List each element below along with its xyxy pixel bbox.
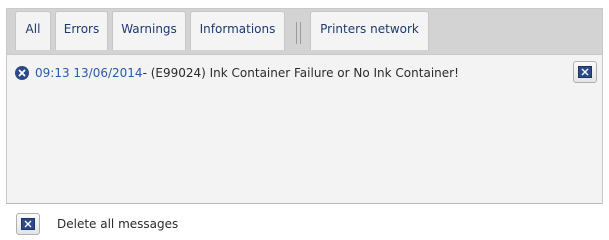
tab-errors-label: Errors (63, 22, 100, 36)
list-item[interactable]: 09:13 13/06/2014 - (E99024) Ink Containe… (15, 65, 459, 81)
delete-all-icon (21, 215, 35, 234)
tab-separator (296, 22, 301, 44)
delete-message-icon (578, 63, 592, 82)
tab-errors[interactable]: Errors (55, 11, 108, 50)
message-timestamp: 09:13 13/06/2014 (35, 66, 143, 80)
tab-warnings[interactable]: Warnings (112, 11, 186, 50)
delete-message-button[interactable] (573, 61, 597, 83)
tab-printers-network[interactable]: Printers network (310, 11, 429, 50)
message-text: - (E99024) Ink Container Failure or No I… (142, 66, 459, 80)
messages-window: All Errors Warnings Informations Printer… (0, 0, 609, 240)
tab-informations[interactable]: Informations (190, 11, 285, 50)
delete-all-button[interactable] (16, 213, 40, 235)
tab-all-label: All (25, 22, 41, 36)
error-icon (15, 66, 29, 80)
tab-informations-label: Informations (199, 22, 276, 36)
message-list: 09:13 13/06/2014 - (E99024) Ink Containe… (6, 55, 603, 204)
tab-printers-network-label: Printers network (320, 22, 419, 36)
tab-all[interactable]: All (15, 11, 51, 50)
delete-all-label: Delete all messages (57, 217, 179, 231)
tab-warnings-label: Warnings (121, 22, 177, 36)
